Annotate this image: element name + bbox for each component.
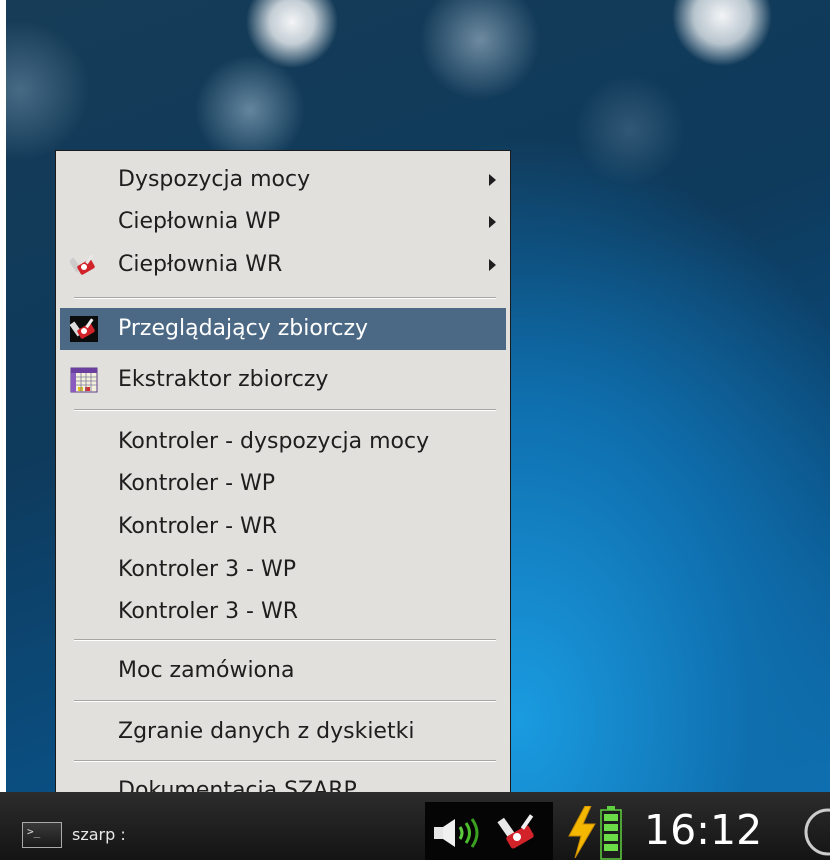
moon-icon[interactable]: [800, 804, 830, 860]
submenu-arrow-icon: [489, 216, 496, 228]
terminal-icon[interactable]: >_: [22, 822, 62, 848]
menu-item-ekstraktor-zbiorczy[interactable]: Ekstraktor zbiorczy: [60, 359, 506, 401]
menu-item-label: Kontroler - dyspozycja mocy: [118, 429, 430, 454]
battery-icon[interactable]: [600, 806, 622, 860]
szarp-viewer-icon: [70, 254, 95, 275]
szarp-viewer-icon[interactable]: [495, 812, 541, 852]
menu-item-dyspozycja-mocy[interactable]: Dyspozycja mocy: [60, 159, 506, 201]
clock[interactable]: 16:12: [644, 804, 762, 856]
menu-separator: [74, 297, 496, 299]
task-button-szarp[interactable]: szarp :: [64, 820, 424, 850]
menu-item-kontroler-dyspozycja-mocy[interactable]: Kontroler - dyspozycja mocy: [60, 421, 506, 463]
menu-item-cieplownia-wr[interactable]: Ciepłownia WR: [60, 244, 506, 286]
menu-item-label: Przeglądający zbiorczy: [118, 316, 369, 341]
menu-item-zgranie-danych[interactable]: Zgranie danych z dyskietki: [60, 711, 506, 753]
menu-item-label: Dyspozycja mocy: [118, 167, 311, 192]
menu-item-kontroler-wr[interactable]: Kontroler - WR: [60, 506, 506, 548]
menu-separator: [74, 760, 496, 762]
context-menu: Dyspozycja mocy Ciepłownia WP Ciepłownia…: [55, 150, 511, 817]
szarp-viewer-icon: [70, 316, 98, 342]
menu-item-moc-zamowiona[interactable]: Moc zamówiona: [60, 650, 506, 692]
menu-item-kontroler-3-wp[interactable]: Kontroler 3 - WP: [60, 549, 506, 591]
menu-item-label: Kontroler - WP: [118, 471, 276, 496]
menu-separator: [74, 409, 496, 411]
submenu-arrow-icon: [489, 174, 496, 186]
menu-item-label: Ciepłownia WP: [118, 209, 281, 234]
menu-item-kontroler-wp[interactable]: Kontroler - WP: [60, 463, 506, 505]
speaker-volume-icon[interactable]: [432, 816, 486, 850]
menu-separator: [74, 700, 496, 702]
menu-item-przegladajacy-zbiorczy[interactable]: Przeglądający zbiorczy: [60, 308, 506, 350]
submenu-arrow-icon: [489, 259, 496, 271]
menu-separator: [74, 639, 496, 641]
menu-item-label: Ciepłownia WR: [118, 252, 283, 277]
menu-item-label: Ekstraktor zbiorczy: [118, 367, 329, 392]
lightning-power-icon[interactable]: [565, 806, 599, 858]
menu-item-label: Zgranie danych z dyskietki: [118, 719, 415, 744]
spreadsheet-grid-icon: [70, 367, 98, 393]
menu-item-kontroler-3-wr[interactable]: Kontroler 3 - WR: [60, 591, 506, 633]
screen-edge: [0, 0, 6, 860]
menu-item-label: Kontroler - WR: [118, 514, 278, 539]
menu-item-cieplownia-wp[interactable]: Ciepłownia WP: [60, 201, 506, 243]
menu-item-label: Moc zamówiona: [118, 658, 295, 683]
menu-item-label: Kontroler 3 - WR: [118, 599, 299, 624]
menu-item-label: Kontroler 3 - WP: [118, 557, 297, 582]
